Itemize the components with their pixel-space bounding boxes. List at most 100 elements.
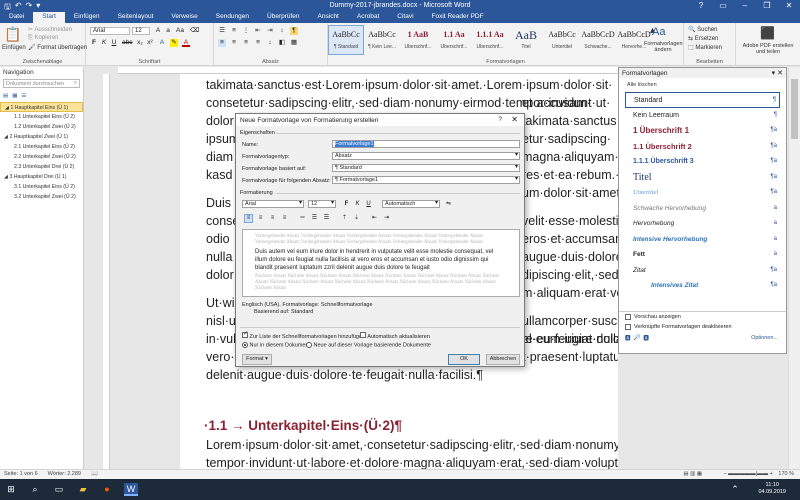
tab-item[interactable]: Seitenlayout: [109, 12, 163, 23]
numbering-icon[interactable]: ≡: [230, 27, 238, 35]
nav-heading-item[interactable]: 1.1 Unterkapitel Eins (Ü 2): [0, 112, 83, 122]
dialog-underline-button[interactable]: U: [364, 200, 373, 209]
dialog-align-left-icon[interactable]: ≡: [244, 214, 253, 223]
strikethrough-button[interactable]: abc: [122, 39, 132, 47]
task-view-icon[interactable]: ▭: [52, 483, 66, 496]
document-line[interactable]: Duis: [206, 196, 231, 210]
document-line[interactable]: nulla: [206, 250, 232, 264]
quick-style-item[interactable]: AaB Titel: [508, 25, 544, 55]
dialog-single-spacing-icon[interactable]: ═: [298, 214, 307, 223]
document-line-fragment[interactable]: el·eum·iriure·dolor·: [522, 332, 618, 346]
document-line[interactable]: nisl·u: [206, 314, 236, 328]
proofing-icon[interactable]: 📖: [91, 471, 98, 477]
navigation-search-input[interactable]: Dokument durchsuchen ⌕: [3, 79, 80, 88]
find-button[interactable]: 🔍 Suchen: [688, 26, 718, 33]
dialog-help-button[interactable]: ?: [498, 116, 502, 123]
nav-heading-item[interactable]: 3.2 Unterkapitel Zwei (Ü 2): [0, 192, 83, 202]
dialog-font-select[interactable]: Arial: [242, 200, 304, 208]
format-menu-button[interactable]: Format ▾: [242, 354, 272, 365]
adobe-pdf-button[interactable]: Adobe PDF erstellen und teilen: [738, 43, 798, 55]
new-style-icon[interactable]: 🅰: [625, 334, 631, 342]
cancel-button[interactable]: Abbrechen: [486, 354, 520, 365]
nav-heading-item[interactable]: ◢ 3 Hauptkapitel Drei (Ü 1): [0, 172, 83, 182]
multilevel-list-icon[interactable]: ⋮: [242, 27, 250, 35]
only-this-document-radio[interactable]: Nur in diesem Dokument: [242, 342, 310, 348]
document-line[interactable]: delenit·augue·duis·dolore·te·feugait·nul…: [206, 368, 483, 382]
select-button[interactable]: ⬚ Markieren: [688, 44, 722, 51]
start-icon[interactable]: ⊞: [4, 483, 18, 496]
format-painter-button[interactable]: 🖌 Format übertragen: [28, 44, 87, 51]
firefox-icon[interactable]: ●: [100, 483, 114, 496]
style-list-item[interactable]: Titel ¶a: [625, 170, 780, 186]
align-center-icon[interactable]: ≡: [230, 39, 238, 47]
tab-item[interactable]: Acrobat: [348, 12, 388, 23]
nav-heading-item[interactable]: 3.1 Unterkapitel Eins (Ü 2): [0, 182, 83, 192]
tab-headings-icon[interactable]: ▤: [3, 93, 8, 99]
nav-heading-item[interactable]: 1.2 Unterkapitel Zwei (Ü 2): [0, 122, 83, 132]
minimize-button[interactable]: –: [734, 0, 756, 12]
bold-button[interactable]: F: [90, 39, 98, 47]
tab-file[interactable]: Datei: [0, 12, 34, 23]
tab-results-icon[interactable]: ☰: [21, 93, 26, 99]
justify-icon[interactable]: ≡: [254, 39, 262, 47]
document-line-fragment[interactable]: et·accusam·: [522, 96, 591, 110]
highlight-icon[interactable]: ✎: [170, 39, 178, 47]
vertical-ruler[interactable]: [103, 74, 110, 469]
system-tray-icon[interactable]: ⌃ ▭ ♪: [728, 483, 742, 500]
zoom-slider[interactable]: – ▬▬▬▬▬|▬▬ +: [724, 471, 773, 477]
scrollbar-thumb[interactable]: [791, 79, 798, 139]
quick-style-item[interactable]: AaBbCc ¶ Standard: [328, 25, 364, 55]
underline-button[interactable]: U: [110, 39, 118, 47]
horizontal-ruler[interactable]: [118, 67, 618, 74]
document-line-fragment[interactable]: eros·et·accumsan·: [522, 232, 618, 246]
document-line-fragment[interactable]: takimata·sanctus·: [522, 114, 618, 128]
dialog-align-right-icon[interactable]: ≡: [268, 214, 277, 223]
quick-style-item[interactable]: 1 AaB Überschrif...: [400, 25, 436, 55]
subscript-button[interactable]: x₂: [136, 39, 144, 47]
page-count[interactable]: Seite: 1 von 6: [4, 471, 38, 477]
quick-style-item[interactable]: 1.1 Aa Überschrif...: [436, 25, 472, 55]
paste-button[interactable]: Einfügen: [2, 45, 26, 51]
tab-item[interactable]: Ansicht: [309, 12, 348, 23]
line-spacing-icon[interactable]: ↕: [266, 39, 274, 47]
bullets-icon[interactable]: ☰: [218, 27, 226, 35]
style-list-item[interactable]: Hervorhebung a: [625, 216, 780, 232]
grow-font-button[interactable]: A: [154, 27, 162, 35]
document-line[interactable]: diam: [206, 150, 233, 164]
style-list-item[interactable]: Standard ¶: [625, 92, 780, 108]
style-list-item[interactable]: Intensives Zitat ¶a: [625, 278, 780, 294]
paste-icon[interactable]: 📋: [4, 26, 21, 43]
dialog-one-half-spacing-icon[interactable]: ☰: [310, 214, 319, 223]
style-list-item[interactable]: Untertitel ¶a: [625, 185, 780, 201]
document-line[interactable]: dolor: [206, 268, 234, 282]
search-icon[interactable]: ⌕: [28, 483, 42, 496]
document-line-fragment[interactable]: dipiscing·elit,·sed·: [522, 268, 618, 282]
word-count[interactable]: Wörter: 2.289: [48, 471, 81, 477]
cut-button[interactable]: ✂ Ausschneiden: [28, 26, 72, 33]
style-name-input[interactable]: Formatvorlage1: [332, 140, 520, 148]
search-icon[interactable]: ⌕: [74, 80, 77, 87]
file-explorer-icon[interactable]: ▰: [76, 483, 90, 496]
show-marks-icon[interactable]: ¶: [290, 27, 298, 35]
document-heading[interactable]: ·1.1 → Unterkapitel·Eins·(Ü·2)¶: [204, 418, 402, 433]
document-line-fragment[interactable]: augue·duis·dolore·: [522, 250, 618, 264]
document-line-fragment[interactable]: ullamcorper·suscipit·: [522, 314, 618, 328]
quick-style-item[interactable]: AaBbCc ¶ Kein Lee...: [364, 25, 400, 55]
zoom-level[interactable]: 170 %: [778, 471, 794, 477]
tab-item[interactable]: Einfügen: [65, 12, 109, 23]
disable-linked-checkbox[interactable]: Verknüpfte Formatvorlagen deaktivieren: [619, 322, 786, 332]
clear-all-styles[interactable]: Alle löschen: [619, 78, 786, 92]
font-size-select[interactable]: 12: [132, 27, 150, 35]
based-on-select[interactable]: ¶ Standard: [332, 164, 520, 172]
dialog-decrease-indent-icon[interactable]: ⇤: [370, 214, 379, 223]
dialog-space-after-icon[interactable]: ⇣: [352, 214, 361, 223]
document-line[interactable]: Ut·wi: [206, 296, 234, 310]
adobe-pdf-icon[interactable]: ⬛: [760, 26, 775, 40]
style-options-link[interactable]: Optionen...: [751, 335, 778, 341]
nav-heading-item[interactable]: 2.2 Unterkapitel Zwei (Ü 2): [0, 152, 83, 162]
dialog-increase-indent-icon[interactable]: ⇥: [382, 214, 391, 223]
document-line[interactable]: tempor·invidunt·ut·labore·et·dolore·magn…: [206, 456, 618, 469]
text-effects-icon[interactable]: A: [158, 39, 166, 47]
new-documents-radio[interactable]: Neue auf dieser Vorlage basierende Dokum…: [306, 342, 431, 348]
close-icon[interactable]: ▾ ✕: [772, 69, 783, 77]
